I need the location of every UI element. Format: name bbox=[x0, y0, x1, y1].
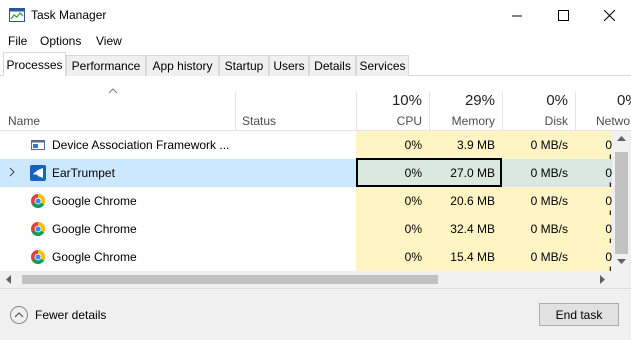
maximize-icon bbox=[557, 10, 569, 21]
tab-app-history[interactable]: App history bbox=[146, 55, 219, 76]
chrome-icon bbox=[31, 250, 45, 264]
fewer-details-toggle[interactable] bbox=[10, 306, 28, 324]
process-row[interactable]: Google Chrome 0% 20.6 MB 0 MB/s 0 I bbox=[0, 187, 612, 222]
process-memory: 3.9 MB bbox=[456, 138, 495, 152]
column-cpu[interactable]: CPU bbox=[397, 114, 422, 128]
column-divider[interactable] bbox=[235, 92, 236, 131]
maximize-button[interactable] bbox=[540, 0, 586, 31]
column-divider[interactable] bbox=[429, 92, 430, 131]
process-disk: 0 MB/s bbox=[530, 166, 568, 180]
cpu-total: 10% bbox=[391, 92, 422, 109]
process-disk: 0 MB/s bbox=[530, 194, 568, 208]
sort-up-icon bbox=[108, 88, 118, 94]
column-memory[interactable]: Memory bbox=[452, 114, 495, 128]
focus-rectangle bbox=[356, 158, 502, 187]
scroll-up-icon[interactable] bbox=[617, 136, 626, 142]
chevron-up-icon bbox=[14, 312, 24, 318]
disk-total: 0% bbox=[546, 92, 568, 109]
process-disk: 0 MB/s bbox=[530, 222, 568, 236]
process-memory: 20.6 MB bbox=[450, 194, 495, 208]
tab-details[interactable]: Details bbox=[309, 55, 356, 76]
process-disk: 0 MB/s bbox=[530, 138, 568, 152]
menu-view[interactable]: View bbox=[96, 34, 122, 48]
column-network[interactable]: Netwo bbox=[596, 114, 631, 128]
process-cpu: 0% bbox=[404, 138, 422, 152]
process-memory: 32.4 MB bbox=[450, 222, 495, 236]
process-cpu: 0% bbox=[404, 222, 422, 236]
tab-startup[interactable]: Startup bbox=[219, 55, 269, 76]
tab-processes[interactable]: Processes bbox=[3, 52, 66, 76]
eartrumpet-icon bbox=[30, 165, 46, 181]
fewer-details-link[interactable]: Fewer details bbox=[35, 308, 106, 322]
process-name: Google Chrome bbox=[52, 250, 137, 264]
scroll-down-icon[interactable] bbox=[617, 259, 626, 265]
column-disk[interactable]: Disk bbox=[545, 114, 568, 128]
end-task-button[interactable]: End task bbox=[539, 303, 619, 326]
tab-services[interactable]: Services bbox=[356, 55, 409, 76]
process-row[interactable]: Google Chrome 0% 32.4 MB 0 MB/s 0 I bbox=[0, 215, 612, 250]
process-cpu: 0% bbox=[404, 250, 422, 264]
process-name: Google Chrome bbox=[52, 222, 137, 236]
tab-users[interactable]: Users bbox=[269, 55, 309, 76]
menu-options[interactable]: Options bbox=[40, 34, 81, 48]
menu-bar: File Options View bbox=[0, 31, 631, 51]
window-title: Task Manager bbox=[31, 8, 107, 22]
task-manager-icon bbox=[9, 8, 25, 22]
process-name: EarTrumpet bbox=[52, 166, 115, 180]
column-status[interactable]: Status bbox=[242, 114, 276, 128]
process-memory: 15.4 MB bbox=[450, 250, 495, 264]
horizontal-scroll-thumb[interactable] bbox=[22, 275, 438, 284]
close-icon bbox=[603, 10, 615, 21]
process-row[interactable]: Google Chrome 0% 15.4 MB 0 MB/s 0 I bbox=[0, 243, 612, 278]
tab-strip: Processes Performance App history Startu… bbox=[0, 52, 631, 76]
process-disk: 0 MB/s bbox=[530, 250, 568, 264]
service-window-icon bbox=[31, 140, 45, 150]
scroll-right-icon[interactable] bbox=[600, 275, 606, 284]
scrollbar-corner bbox=[612, 271, 631, 288]
title-bar: Task Manager bbox=[0, 0, 631, 31]
menu-file[interactable]: File bbox=[8, 34, 27, 48]
network-total: 0% bbox=[617, 92, 631, 109]
process-row-selected[interactable]: EarTrumpet 0% 27.0 MB 0 MB/s 0 I bbox=[0, 159, 612, 194]
column-divider[interactable] bbox=[575, 92, 576, 131]
scroll-left-icon[interactable] bbox=[6, 275, 12, 284]
close-button[interactable] bbox=[586, 0, 631, 31]
chrome-icon bbox=[31, 194, 45, 208]
memory-total: 29% bbox=[464, 92, 495, 109]
minimize-icon bbox=[512, 15, 522, 16]
process-name: Device Association Framework ... bbox=[52, 138, 230, 152]
column-header bbox=[0, 77, 631, 131]
chevron-right-icon[interactable] bbox=[8, 165, 16, 179]
vertical-scroll-thumb[interactable] bbox=[615, 152, 628, 254]
tab-performance[interactable]: Performance bbox=[66, 55, 146, 76]
process-cpu: 0% bbox=[404, 194, 422, 208]
chrome-icon bbox=[31, 222, 45, 236]
minimize-button[interactable] bbox=[494, 0, 540, 31]
column-name[interactable]: Name bbox=[8, 114, 40, 128]
column-divider[interactable] bbox=[502, 92, 503, 131]
process-row[interactable]: Device Association Framework ... 0% 3.9 … bbox=[0, 131, 612, 166]
process-name: Google Chrome bbox=[52, 194, 137, 208]
column-divider[interactable] bbox=[356, 92, 357, 131]
